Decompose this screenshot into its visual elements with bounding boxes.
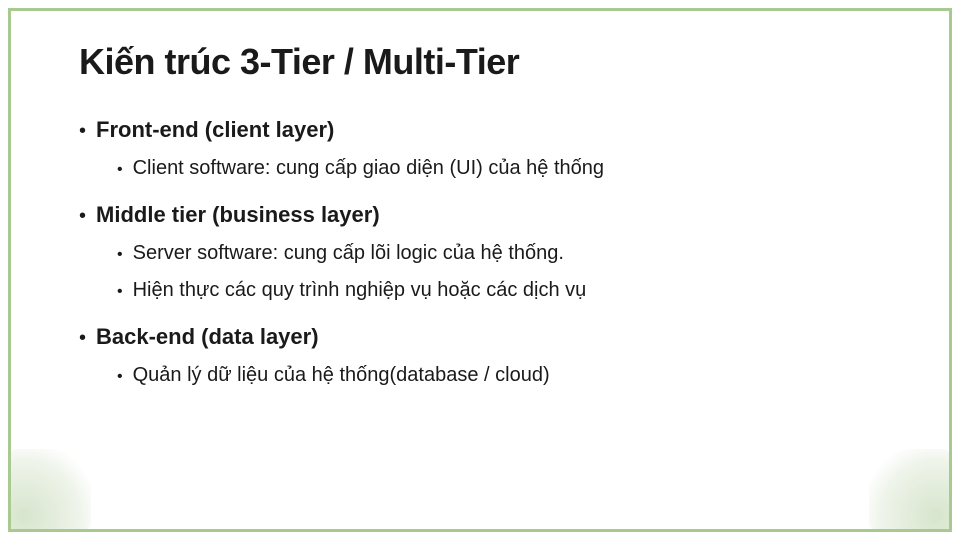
bullet-dot-icon: • <box>117 162 123 178</box>
section-heading: Front-end (client layer) <box>96 117 334 143</box>
bullet-dot-icon: • <box>79 206 86 226</box>
bullet-dot-icon: • <box>117 284 123 300</box>
section-heading: Back-end (data layer) <box>96 324 319 350</box>
section-middle: • Middle tier (business layer) • Server … <box>79 202 909 302</box>
slide-title: Kiến trúc 3-Tier / Multi-Tier <box>79 41 909 83</box>
section-item: Hiện thực các quy trình nghiệp vụ hoặc c… <box>133 279 587 302</box>
bullet-dot-icon: • <box>117 247 123 263</box>
bullet-sub: • Hiện thực các quy trình nghiệp vụ hoặc… <box>117 279 909 302</box>
bullet-sub: • Quản lý dữ liệu của hệ thống(database … <box>117 364 909 387</box>
slide-content: Kiến trúc 3-Tier / Multi-Tier • Front-en… <box>79 41 909 409</box>
bullet-dot-icon: • <box>117 369 123 385</box>
section-item: Client software: cung cấp giao diện (UI)… <box>133 157 604 180</box>
section-frontend: • Front-end (client layer) • Client soft… <box>79 117 909 180</box>
bullet-main: • Front-end (client layer) <box>79 117 909 143</box>
bullet-sub: • Server software: cung cấp lõi logic củ… <box>117 242 909 265</box>
slide-frame: Kiến trúc 3-Tier / Multi-Tier • Front-en… <box>8 8 952 532</box>
bullet-sub: • Client software: cung cấp giao diện (U… <box>117 157 909 180</box>
section-backend: • Back-end (data layer) • Quản lý dữ liệ… <box>79 324 909 387</box>
bullet-dot-icon: • <box>79 121 86 141</box>
bullet-main: • Middle tier (business layer) <box>79 202 909 228</box>
bullet-dot-icon: • <box>79 328 86 348</box>
decoration-corner-bottom-right <box>869 449 949 529</box>
section-heading: Middle tier (business layer) <box>96 202 380 228</box>
decoration-corner-bottom-left <box>11 449 91 529</box>
section-item: Quản lý dữ liệu của hệ thống(database / … <box>133 364 550 387</box>
section-item: Server software: cung cấp lõi logic của … <box>133 242 564 265</box>
bullet-main: • Back-end (data layer) <box>79 324 909 350</box>
